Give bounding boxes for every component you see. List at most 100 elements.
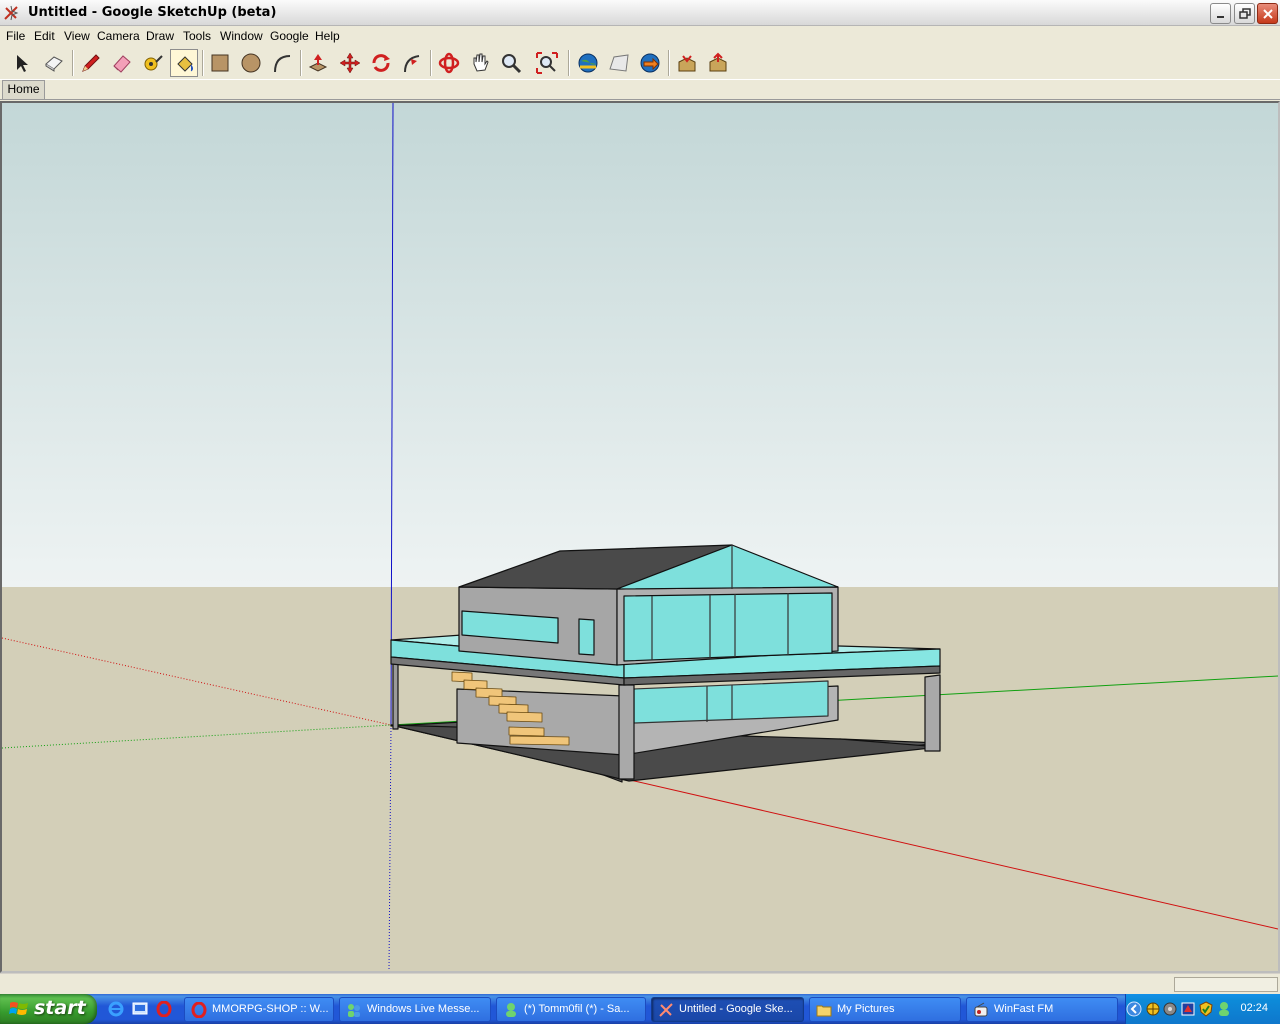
move-tool[interactable] — [336, 49, 364, 77]
eraser-icon — [113, 55, 131, 73]
tape-measure-icon — [144, 55, 163, 71]
pencil-icon — [82, 54, 100, 72]
task-chat-conversation[interactable]: (*) Tomm0fil (*) - Sa... — [496, 997, 646, 1022]
ground-floor-window — [633, 680, 829, 724]
scene-tab-home[interactable]: Home — [2, 80, 45, 99]
paint-bucket-tool[interactable] — [170, 49, 198, 77]
menu-view[interactable]: View — [64, 29, 90, 43]
shield-icon[interactable] — [1198, 1001, 1214, 1017]
push-pull-icon — [308, 54, 328, 72]
restore-icon — [1239, 8, 1251, 19]
close-button[interactable] — [1257, 3, 1278, 24]
menu-file[interactable]: File — [6, 29, 25, 43]
task-mmorpg-shop[interactable]: MMORPG-SHOP :: W... — [184, 997, 334, 1022]
minimize-button[interactable] — [1210, 3, 1231, 24]
task-my-pictures[interactable]: My Pictures — [809, 997, 961, 1022]
column-front-corner — [618, 684, 635, 780]
zoom-extents-tool[interactable] — [533, 49, 561, 77]
folder-icon — [816, 1005, 832, 1017]
toolbar-separator — [568, 50, 570, 76]
follow-me-icon — [404, 55, 420, 73]
scene-tabs-bar: Home — [0, 80, 1280, 100]
rotate-icon — [372, 54, 390, 72]
get-current-view-tool[interactable] — [574, 49, 602, 77]
circle-icon — [241, 53, 261, 73]
menu-bar: File Edit View Camera Draw Tools Window … — [0, 26, 1280, 46]
eraser-tool[interactable] — [108, 49, 136, 77]
terrain-icon — [609, 54, 629, 72]
upper-window-small — [578, 618, 595, 656]
place-model-tool[interactable] — [636, 49, 664, 77]
move-icon — [339, 52, 361, 74]
restore-button[interactable] — [1234, 3, 1255, 24]
model-viewport[interactable] — [0, 101, 1280, 973]
warehouse-get-icon — [678, 55, 696, 72]
toolbar — [0, 46, 1280, 80]
clock: 02:24 — [1240, 1002, 1268, 1014]
arc-tool[interactable] — [268, 49, 296, 77]
share-model-tool[interactable] — [704, 49, 732, 77]
opera-icon[interactable] — [156, 1001, 172, 1017]
toggle-terrain-tool[interactable] — [605, 49, 633, 77]
menu-google[interactable]: Google — [270, 29, 309, 43]
push-pull-tool[interactable] — [304, 49, 332, 77]
toolbar-separator — [430, 50, 432, 76]
task-winfast-fm[interactable]: WinFast FM — [966, 997, 1118, 1022]
start-button[interactable]: start — [0, 994, 97, 1024]
volume-icon[interactable] — [1162, 1001, 1178, 1017]
messenger-tray-icon[interactable] — [1216, 1001, 1232, 1017]
start-label: start — [34, 997, 86, 1019]
arc-icon — [274, 55, 291, 73]
rotate-tool[interactable] — [367, 49, 395, 77]
sketchup-icon — [4, 5, 19, 21]
upper-glass-wall — [623, 592, 833, 662]
arrow-cursor-icon — [17, 55, 28, 72]
window-title: Untitled - Google SketchUp (beta) — [28, 5, 277, 20]
menu-help[interactable]: Help — [315, 29, 340, 43]
zoom-extents-icon — [536, 52, 558, 74]
system-tray: 02:24 — [1125, 994, 1280, 1024]
close-icon — [1263, 9, 1273, 19]
sketchup-icon — [659, 1003, 673, 1017]
toolbar-separator — [202, 50, 204, 76]
taskbar: start MMORPG-SHOP :: W... Windows Live M… — [0, 994, 1280, 1024]
task-windows-live-messenger[interactable]: Windows Live Messe... — [339, 997, 491, 1022]
toolbar-separator — [72, 50, 74, 76]
tray-expand-icon[interactable] — [1126, 1001, 1142, 1017]
globe-place-icon — [640, 53, 660, 73]
rectangle-tool[interactable] — [206, 49, 234, 77]
messenger-icon — [348, 1004, 360, 1017]
zoom-tool[interactable] — [497, 49, 525, 77]
line-tool[interactable] — [76, 49, 104, 77]
orbit-tool[interactable] — [435, 49, 463, 77]
task-sketchup[interactable]: Untitled - Google Ske... — [651, 997, 804, 1022]
pan-tool[interactable] — [466, 49, 494, 77]
rectangle-icon — [211, 54, 229, 72]
network-icon[interactable] — [1145, 1001, 1161, 1017]
menu-tools[interactable]: Tools — [183, 29, 211, 43]
show-desktop-icon[interactable] — [132, 1001, 148, 1017]
status-bar — [0, 973, 1280, 993]
windows-logo-icon — [9, 1002, 28, 1015]
component-icon — [45, 56, 63, 72]
circle-tool[interactable] — [237, 49, 265, 77]
make-component-tool[interactable] — [40, 49, 68, 77]
menu-edit[interactable]: Edit — [34, 29, 55, 43]
select-tool[interactable] — [8, 49, 36, 77]
menu-window[interactable]: Window — [220, 29, 263, 43]
ie-icon[interactable] — [108, 1001, 124, 1017]
column-front-right — [924, 674, 941, 752]
menu-camera[interactable]: Camera — [97, 29, 140, 43]
title-bar: Untitled - Google SketchUp (beta) — [0, 0, 1280, 26]
orbit-icon — [438, 52, 460, 74]
measurements-box[interactable] — [1174, 977, 1278, 992]
tape-measure-tool[interactable] — [139, 49, 167, 77]
toolbar-separator — [300, 50, 302, 76]
minimize-icon — [1217, 16, 1224, 18]
follow-me-tool[interactable] — [398, 49, 426, 77]
column-front-left — [392, 662, 399, 730]
get-models-tool[interactable] — [673, 49, 701, 77]
menu-draw[interactable]: Draw — [146, 29, 174, 43]
security-icon[interactable] — [1180, 1001, 1196, 1017]
magnifier-icon — [502, 54, 522, 74]
